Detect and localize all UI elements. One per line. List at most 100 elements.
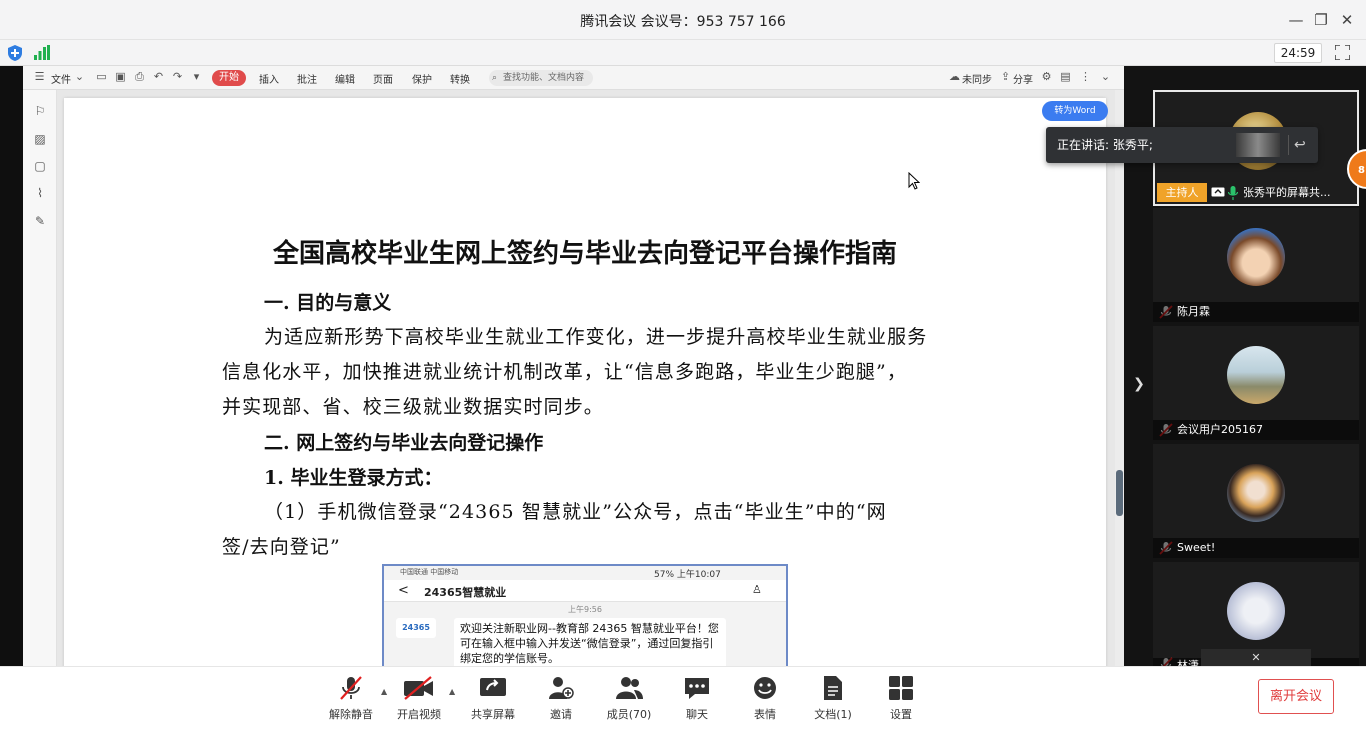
phone-screenshot-image: 中国联通 中国移动 57% 上午10:07 < 24365智慧就业 ♙ 上午9:… [382,564,788,666]
docs-button[interactable]: 文档(1) [800,675,866,725]
chat-button[interactable]: 聊天 [664,675,730,725]
participant-tile[interactable]: Sweet! [1153,444,1359,558]
document-title: 全国高校毕业生网上签约与毕业去向登记平台操作指南 [272,239,897,269]
host-badge: 主持人 [1157,183,1207,202]
caret-up-icon[interactable]: ▲ [449,687,459,696]
unmute-button[interactable]: 解除静音 [318,675,384,725]
phone-carrier: 中国联通 中国移动 [400,568,459,576]
meeting-toolbar: 解除静音 ▲ 开启视频 ▲ 共享屏幕 邀请 成员(70) 聊天 表情 文档(1)… [0,666,1366,729]
cloud-icon[interactable]: ☁ [948,71,961,83]
print-icon[interactable]: ⎙ [133,71,146,83]
screen-share-icon [1211,187,1225,197]
settings-button[interactable]: 设置 [868,675,934,725]
restore-icon[interactable]: ❐ [1309,8,1333,32]
unsynced-status[interactable]: 未同步 [962,71,992,86]
unmute-label: 解除静音 [329,708,373,721]
participant-name: Sweet! [1153,538,1359,558]
wps-tab-protect[interactable]: 保护 [412,71,432,86]
wps-tab-review[interactable]: 批注 [297,71,317,86]
collapse-icon[interactable]: ⌄ [1099,71,1112,83]
share-icon[interactable]: ⇪ [999,71,1012,83]
settings-label: 设置 [890,708,912,721]
wps-scrollbar[interactable] [1115,90,1124,666]
window-title: 腾讯会议 会议号：953 757 166 [580,14,786,30]
share-screen-button[interactable]: 共享屏幕 [460,675,526,725]
wps-menu-bar: ☰ 文件 ⌄ ▭ ▣ ⎙ ↶ ↷ ▾ 开始 插入 批注 编辑 页面 保护 转换 … [23,66,1124,90]
members-button[interactable]: 成员(70) [596,675,662,725]
emoji-icon [754,677,776,699]
phone-status-right: 57% 上午10:07 [654,570,721,580]
start-video-button[interactable]: 开启视频 [386,675,452,725]
collapse-list-icon[interactable]: ✕ [1201,649,1311,666]
close-icon[interactable]: ✕ [1335,8,1359,32]
signal-icon[interactable] [34,45,50,60]
reactions-button[interactable]: 表情 [732,675,798,725]
members-icon [616,677,643,699]
speaker-thumbnail [1236,133,1280,157]
participant-tile[interactable]: 会议用户205167 [1153,326,1359,440]
comment-icon[interactable]: ▤ [1059,71,1072,83]
comment-rail-icon[interactable]: ▢ [33,159,47,173]
phone-status-bar: 中国联通 中国移动 57% 上午10:07 [384,566,786,580]
redo-icon[interactable]: ↷ [171,71,184,83]
invite-label: 邀请 [550,708,572,721]
participant-tile[interactable]: 陈月霖 [1153,208,1359,322]
phone-account-avatar: 24365 [396,618,436,638]
chevron-right-icon[interactable]: ❯ [1132,374,1146,394]
document-icon [824,676,842,700]
paragraph-line: 为适应新形势下高校毕业生就业工作变化，进一步提升高校毕业生就业服务 [264,326,928,348]
search-icon: ⌕ [492,73,498,83]
participant-avatar [1227,228,1285,286]
start-video-label: 开启视频 [397,708,441,721]
wps-file-menu[interactable]: 文件 [51,71,71,86]
menu-icon[interactable]: ☰ [33,71,46,83]
paragraph-line: （1）手机微信登录“24365 智慧就业”公众号，点击“毕业生”中的“网 [264,501,887,523]
fullscreen-icon[interactable] [1335,45,1350,60]
wps-tab-start[interactable]: 开始 [212,70,246,86]
section-heading-1: 一. 目的与意义 [264,292,392,314]
more-icon[interactable]: ▾ [190,71,203,83]
profile-icon: ♙ [752,583,762,596]
wps-share-button[interactable]: 分享 [1013,71,1033,86]
open-folder-icon[interactable]: ▭ [95,71,108,83]
wps-scroll-thumb[interactable] [1116,470,1123,516]
speaking-now-text: 正在讲话: 张秀平; [1057,138,1153,152]
image-icon[interactable]: ▨ [33,132,47,146]
divider [1288,135,1289,155]
invite-button[interactable]: 邀请 [528,675,594,725]
participant-avatar [1227,464,1285,522]
add-user-icon [549,677,574,699]
chat-label: 聊天 [686,708,708,721]
wps-left-rail: ⚐ ▨ ▢ ⌇ ✎ [23,90,57,666]
wps-search-input[interactable]: ⌕ 查找功能、文档内容 [489,70,593,86]
share-screen-icon [480,678,506,696]
wps-tab-edit[interactable]: 编辑 [335,71,355,86]
convert-to-word-button[interactable]: 转为Word [1042,101,1108,121]
bookmark-icon[interactable]: ⚐ [33,104,47,118]
shield-icon[interactable] [8,45,22,61]
undo-icon[interactable]: ↶ [152,71,165,83]
host-name: 张秀平的屏幕共... [1243,186,1331,199]
more-dots-icon[interactable]: ⋮ [1079,71,1092,83]
meeting-info-bar: 24:59 [0,40,1366,66]
minimize-icon[interactable]: — [1284,8,1308,32]
participant-name: 陈月霖 [1153,302,1359,322]
search-placeholder: 查找功能、文档内容 [503,73,585,83]
meeting-timer: 24:59 [1274,43,1322,63]
phone-account-name: 24365智慧就业 [424,586,507,599]
settings-icon[interactable]: ⚙ [1040,71,1053,83]
participant-tile[interactable]: 林潇 ✕ [1153,562,1359,674]
wps-tab-convert[interactable]: 转换 [450,71,470,86]
mic-muted-icon [340,676,362,700]
attachment-icon[interactable]: ⌇ [33,186,47,200]
chevron-down-icon[interactable]: ⌄ [73,71,86,83]
reply-icon[interactable]: ↩ [1294,127,1314,163]
wps-tab-page[interactable]: 页面 [373,71,393,86]
wps-tab-insert[interactable]: 插入 [259,71,279,86]
leave-meeting-button[interactable]: 离开会议 [1258,679,1334,714]
phone-chat-header: < 24365智慧就业 ♙ [384,580,786,602]
sign-icon[interactable]: ✎ [33,214,47,228]
participant-name: 会议用户205167 [1153,420,1359,440]
title-bar: 腾讯会议 会议号：953 757 166 — ❐ ✕ [0,0,1366,40]
save-icon[interactable]: ▣ [114,71,127,83]
